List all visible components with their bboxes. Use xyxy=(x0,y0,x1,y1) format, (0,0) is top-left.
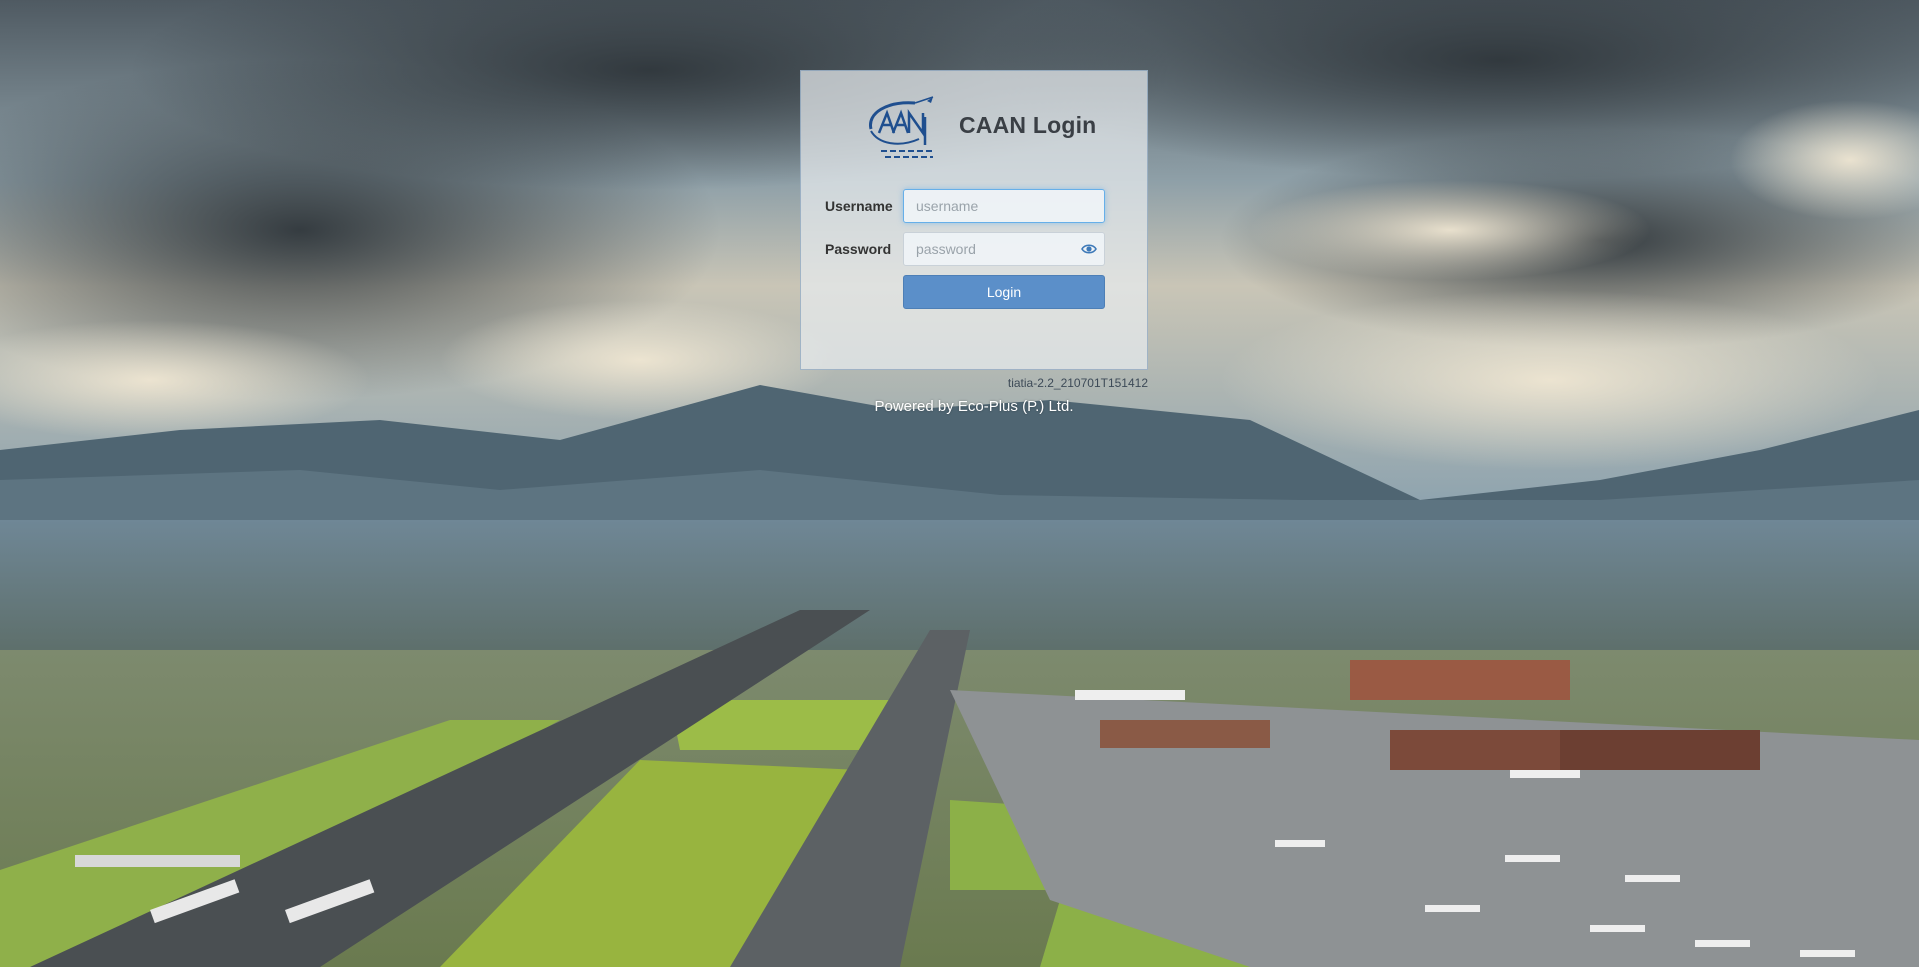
version-label: tiatia-2.2_210701T151412 xyxy=(1007,376,1148,390)
username-row: Username xyxy=(825,189,1127,223)
password-label: Password xyxy=(825,241,892,257)
powered-by-text: Powered by Eco-Plus (P.) Ltd. xyxy=(874,398,1074,415)
password-field-wrap xyxy=(903,232,1105,266)
page-title: CAAN Login xyxy=(959,111,1097,138)
password-row: Password xyxy=(825,232,1127,266)
username-field-wrap xyxy=(903,189,1105,223)
username-label: Username xyxy=(825,198,893,214)
login-panel: CAAN Login Username Password Login xyxy=(800,70,1148,370)
caan-logo xyxy=(869,96,934,158)
login-button[interactable]: Login xyxy=(903,275,1105,309)
login-header: CAAN Login xyxy=(861,89,1096,161)
password-input[interactable] xyxy=(903,232,1105,266)
submit-row: Login xyxy=(825,275,1127,309)
eye-icon[interactable] xyxy=(1081,242,1097,256)
username-input[interactable] xyxy=(903,189,1105,223)
